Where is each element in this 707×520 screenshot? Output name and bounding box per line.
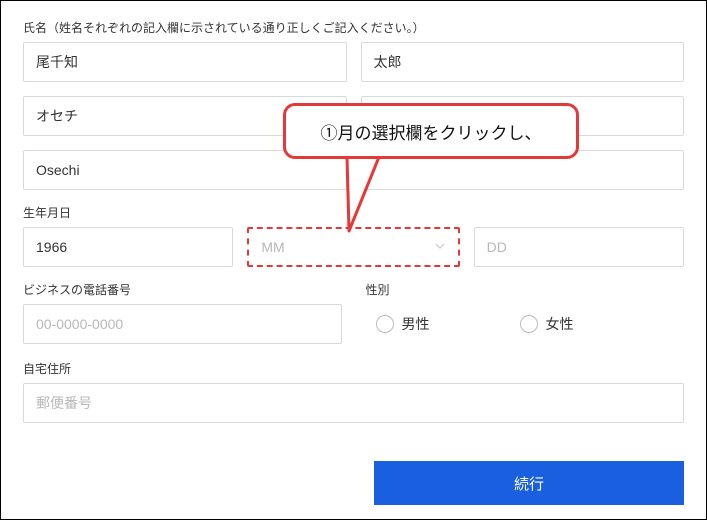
first-name-input[interactable] <box>361 42 685 82</box>
postal-input[interactable] <box>23 383 684 423</box>
dob-year-input[interactable] <box>23 227 233 267</box>
dob-day-select[interactable]: DD <box>474 227 684 267</box>
callout-tail <box>333 157 383 237</box>
continue-label: 続行 <box>514 473 544 494</box>
gender-female-radio[interactable]: 女性 <box>520 314 574 334</box>
chevron-down-icon <box>434 239 446 255</box>
last-name-input[interactable] <box>23 42 347 82</box>
instruction-text: ①月の選択欄をクリックし、 <box>321 119 542 144</box>
radio-icon <box>520 315 538 333</box>
gender-male-radio[interactable]: 男性 <box>376 314 430 334</box>
dob-month-placeholder: MM <box>261 239 284 255</box>
gender-label: 性別 <box>366 281 685 298</box>
continue-button[interactable]: 続行 <box>374 461 684 505</box>
name-label: 氏名（姓名それぞれの記入欄に示されている通り正しくご記入ください。） <box>23 19 684 36</box>
address-label: 自宅住所 <box>23 360 684 377</box>
radio-icon <box>376 315 394 333</box>
phone-label: ビジネスの電話番号 <box>23 281 342 298</box>
gender-male-label: 男性 <box>402 314 430 334</box>
dob-day-placeholder: DD <box>487 239 507 255</box>
phone-input[interactable] <box>23 304 342 344</box>
instruction-callout: ①月の選択欄をクリックし、 <box>283 103 579 159</box>
gender-female-label: 女性 <box>546 314 574 334</box>
